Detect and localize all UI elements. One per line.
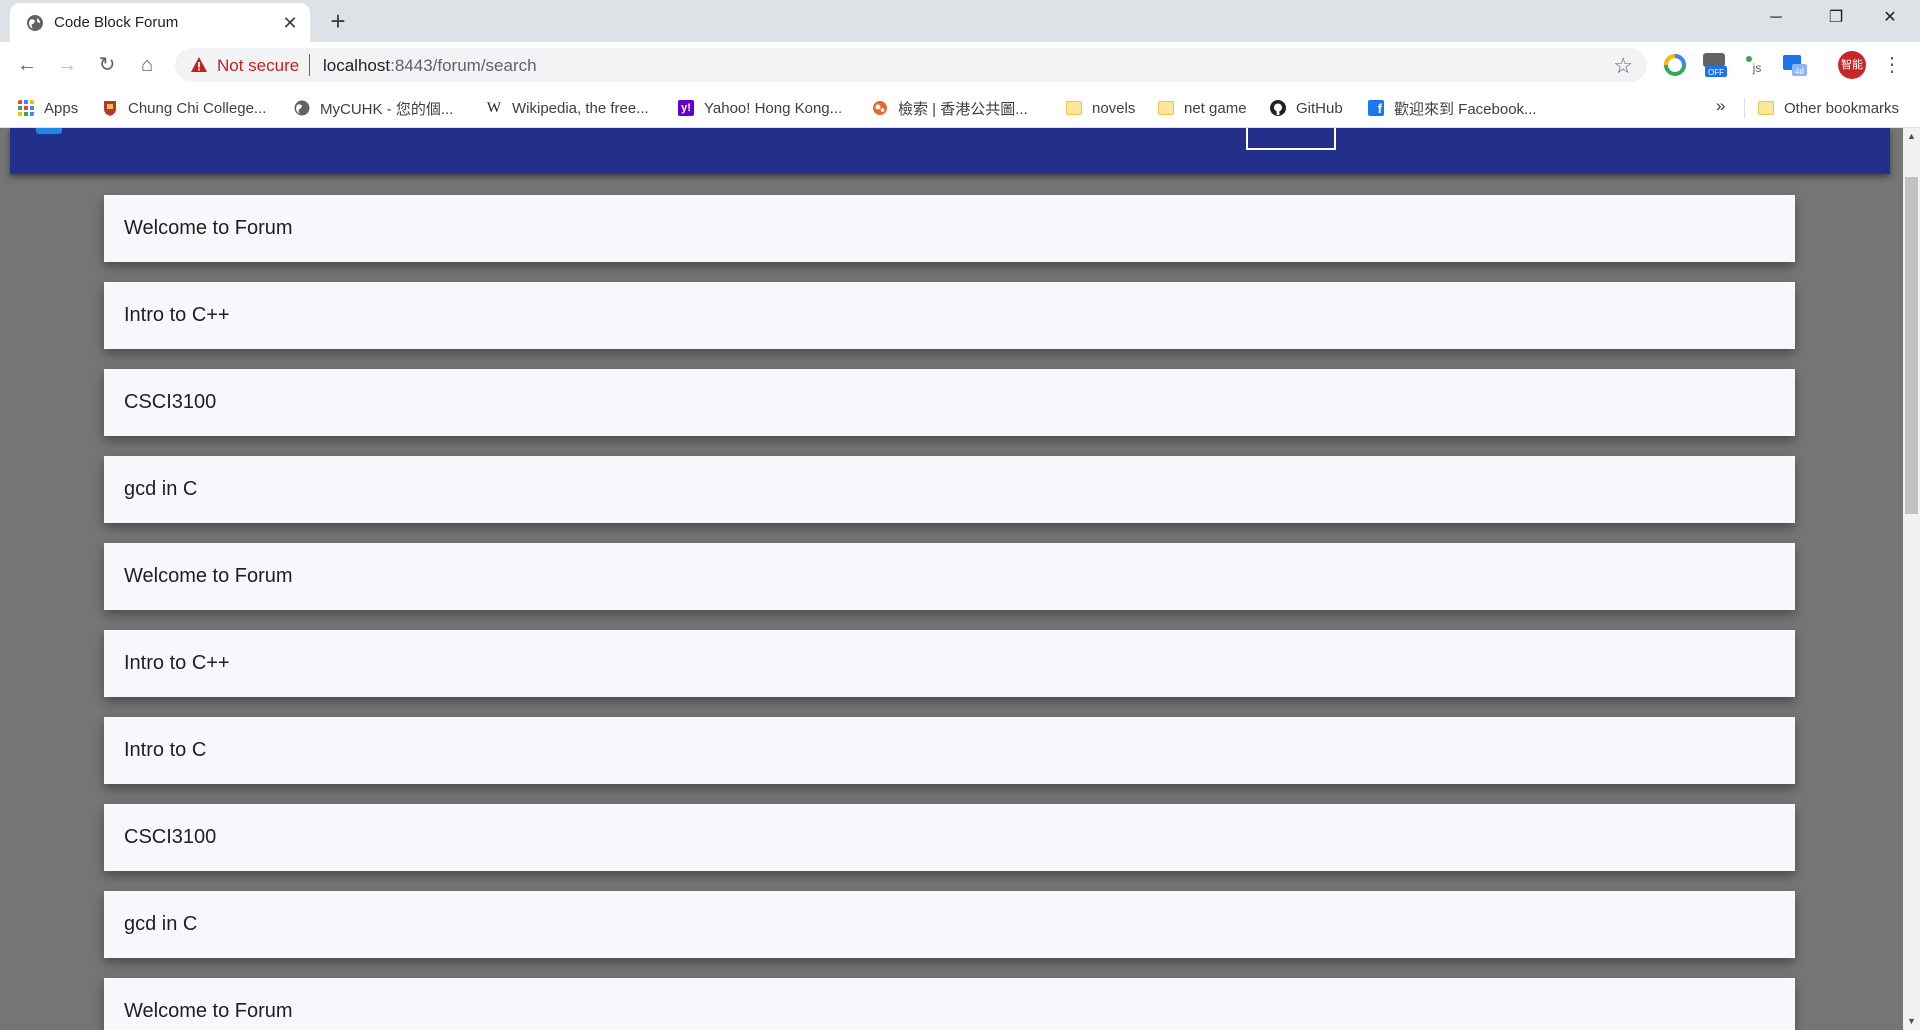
bookmark-label: net game	[1184, 99, 1247, 117]
url-text[interactable]: localhost:8443/forum/search	[323, 56, 537, 76]
navbar-button[interactable]	[1246, 128, 1336, 150]
globe-icon	[27, 15, 43, 31]
bookmark-label: 檢索 | 香港公共圖...	[898, 100, 1028, 118]
folder-icon	[1066, 101, 1082, 115]
other-bookmarks-label: Other bookmarks	[1784, 99, 1900, 117]
address-bar[interactable]: Not secure localhost:8443/forum/search ☆	[175, 48, 1647, 82]
bookmarks-divider	[1744, 98, 1745, 118]
facebook-icon: f	[1368, 100, 1384, 116]
bookmark-star-icon[interactable]: ☆	[1613, 53, 1633, 79]
post-card[interactable]: Intro to C	[104, 717, 1795, 784]
close-tab-icon[interactable]: ✕	[278, 11, 302, 35]
profile-avatar[interactable]: 智能	[1838, 51, 1866, 79]
bookmark-chung-chi[interactable]: Chung Chi College...	[102, 96, 266, 120]
scrollbar-thumb[interactable]	[1905, 177, 1918, 514]
bookmark-label: GitHub	[1296, 99, 1343, 117]
bookmark-mycuhk[interactable]: MyCUHK - 您的個...	[294, 96, 453, 120]
close-window-icon[interactable]: ✕	[1860, 0, 1920, 36]
url-host: localhost	[323, 56, 391, 75]
github-icon	[1270, 100, 1286, 116]
reload-icon[interactable]: ↻	[92, 50, 122, 80]
bookmark-facebook[interactable]: f 歡迎來到 Facebook...	[1368, 96, 1537, 120]
bookmark-label: Chung Chi College...	[128, 99, 267, 117]
bookmark-hkpl[interactable]: 檢索 | 香港公共圖...	[872, 96, 1028, 120]
scroll-down-arrow-icon[interactable]: ▼	[1903, 1013, 1920, 1030]
bookmark-folder-net-game[interactable]: net game	[1158, 96, 1247, 120]
folder-icon	[1758, 101, 1774, 115]
post-title: Intro to C++	[124, 304, 230, 326]
other-bookmarks[interactable]: Other bookmarks	[1758, 96, 1899, 120]
browser-toolbar: ← → ↻ ⌂ Not secure localhost:8443/forum/…	[0, 42, 1920, 88]
post-card[interactable]: CSCI3100	[104, 369, 1795, 436]
4d-extension-icon[interactable]: 4d	[1780, 50, 1810, 80]
yahoo-icon: y!	[678, 100, 694, 116]
warning-icon	[191, 57, 207, 72]
page-scrollbar[interactable]: ▲ ▼	[1903, 128, 1920, 1030]
forward-icon[interactable]: →	[52, 50, 82, 80]
forum-navbar	[10, 128, 1890, 174]
apps-grid-icon	[18, 100, 34, 116]
bookmark-apps[interactable]: Apps	[18, 96, 78, 120]
svg-text:OFF: OFF	[1708, 68, 1724, 77]
not-secure-label[interactable]: Not secure	[217, 56, 299, 76]
bookmark-label: MyCUHK - 您的個...	[320, 100, 454, 118]
bookmark-label: Wikipedia, the free...	[512, 99, 649, 117]
library-icon	[873, 101, 887, 115]
scroll-up-arrow-icon[interactable]: ▲	[1903, 128, 1920, 145]
post-card[interactable]: Welcome to Forum	[104, 195, 1795, 262]
home-icon[interactable]: ⌂	[132, 50, 162, 80]
chrome-extension-ring-icon[interactable]	[1660, 50, 1690, 80]
bookmarks-bar: Apps Chung Chi College... MyCUHK - 您的個..…	[0, 88, 1920, 128]
forum-logo[interactable]	[36, 128, 62, 134]
post-title: gcd in C	[124, 913, 198, 935]
more-bookmarks-icon[interactable]: »	[1716, 96, 1725, 116]
svg-text:js: js	[1752, 61, 1762, 75]
post-card[interactable]: CSCI3100	[104, 804, 1795, 871]
post-title: CSCI3100	[124, 826, 217, 848]
restore-icon[interactable]: ❐	[1806, 0, 1866, 36]
bookmark-wikipedia[interactable]: W Wikipedia, the free...	[486, 96, 649, 120]
post-card[interactable]: gcd in C	[104, 456, 1795, 523]
post-title: Welcome to Forum	[124, 565, 293, 587]
new-tab-icon[interactable]: +	[324, 7, 352, 35]
bookmark-github[interactable]: GitHub	[1270, 96, 1343, 120]
chrome-menu-icon[interactable]: ⋮	[1880, 50, 1904, 80]
back-icon[interactable]: ←	[12, 50, 42, 80]
search-results-list: Welcome to Forum Intro to C++ CSCI3100 g…	[104, 195, 1795, 1030]
bookmark-label: Apps	[44, 99, 79, 117]
url-separator	[309, 54, 310, 76]
tab-strip: Code Block Forum ✕ + ─ ❐ ✕	[0, 0, 1920, 42]
globe-icon	[294, 100, 310, 116]
post-title: gcd in C	[124, 478, 198, 500]
post-title: Intro to C	[124, 739, 207, 761]
post-card[interactable]: gcd in C	[104, 891, 1795, 958]
folder-icon	[1158, 101, 1174, 115]
bookmark-yahoo[interactable]: y! Yahoo! Hong Kong...	[678, 96, 842, 120]
url-path: :8443/forum/search	[390, 56, 537, 75]
bookmark-folder-novels[interactable]: novels	[1066, 96, 1135, 120]
post-title: Intro to C++	[124, 652, 230, 674]
post-card[interactable]: Intro to C++	[104, 630, 1795, 697]
post-card[interactable]: Intro to C++	[104, 282, 1795, 349]
post-card[interactable]: Welcome to Forum	[104, 543, 1795, 610]
post-card[interactable]: Welcome to Forum	[104, 978, 1795, 1030]
college-crest-icon	[104, 101, 116, 116]
bookmark-label: Yahoo! Hong Kong...	[704, 99, 843, 117]
wikipedia-icon: W	[486, 100, 502, 116]
bookmark-label: 歡迎來到 Facebook...	[1394, 100, 1537, 118]
bookmark-label: novels	[1092, 99, 1136, 117]
page-viewport: Welcome to Forum Intro to C++ CSCI3100 g…	[0, 128, 1903, 1030]
svg-text:4d: 4d	[1795, 67, 1804, 76]
off-extension-icon[interactable]: OFF	[1700, 50, 1730, 80]
post-title: Welcome to Forum	[124, 1000, 293, 1022]
post-title: Welcome to Forum	[124, 217, 293, 239]
js-extension-icon[interactable]: js	[1740, 50, 1770, 80]
tab-title: Code Block Forum	[54, 14, 179, 31]
browser-tab[interactable]: Code Block Forum ✕	[10, 3, 310, 42]
minimize-icon[interactable]: ─	[1746, 0, 1806, 36]
post-title: CSCI3100	[124, 391, 217, 413]
